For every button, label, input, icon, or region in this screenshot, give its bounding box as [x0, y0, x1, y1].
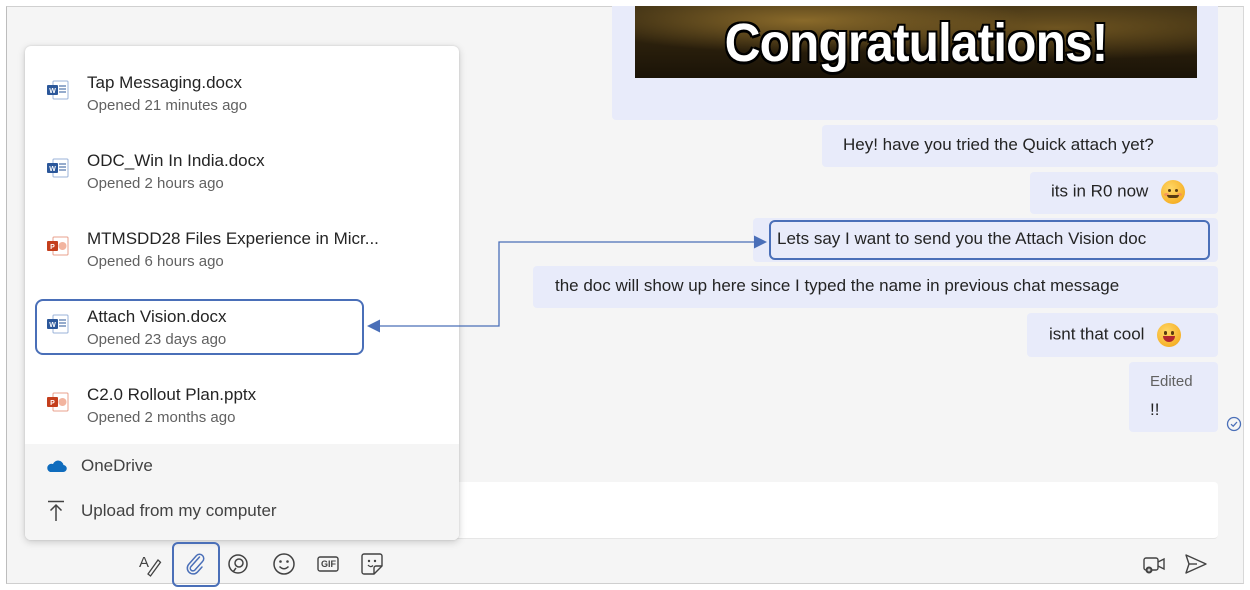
- onedrive-option[interactable]: OneDrive: [25, 444, 459, 488]
- svg-text:P: P: [50, 400, 55, 407]
- emoji-icon: [273, 553, 295, 575]
- upload-label: Upload from my computer: [81, 501, 277, 520]
- message-text: its in R0 now: [1051, 181, 1149, 201]
- file-opened-time: Opened 21 minutes ago: [87, 97, 248, 114]
- recent-file-item[interactable]: W ODC_Win In India.docx Opened 2 hours a…: [25, 132, 459, 202]
- grinning-face-icon: [1157, 323, 1182, 347]
- chat-message[interactable]: Edited !!: [1129, 362, 1218, 432]
- format-button[interactable]: A: [136, 550, 164, 578]
- word-doc-icon: W: [47, 158, 69, 178]
- meet-now-icon: [1143, 557, 1165, 574]
- message-text: !!: [1150, 400, 1160, 419]
- word-doc-icon: W: [47, 80, 69, 100]
- message-text: isnt that cool: [1049, 324, 1145, 344]
- gif-caption: Congratulations!: [724, 13, 1109, 73]
- svg-text:W: W: [49, 88, 56, 95]
- file-highlight: [35, 299, 364, 355]
- gif-button[interactable]: GIF: [314, 550, 342, 578]
- gif-label: GIF: [321, 559, 336, 569]
- sticker-icon: [361, 553, 383, 575]
- onedrive-label: OneDrive: [81, 456, 153, 475]
- sticker-button[interactable]: [358, 550, 386, 578]
- file-name: MTMSDD28 Files Experience in Micr...: [87, 229, 379, 248]
- congratulations-gif[interactable]: Congratulations!: [635, 6, 1197, 78]
- connector-arrow-icon: [367, 235, 767, 333]
- file-name: ODC_Win In India.docx: [87, 151, 265, 170]
- file-opened-time: Opened 2 hours ago: [87, 175, 224, 192]
- emoji-button[interactable]: [270, 550, 298, 578]
- chat-message[interactable]: its in R0 now: [1030, 172, 1218, 214]
- upload-option[interactable]: Upload from my computer: [25, 488, 459, 532]
- attach-menu-footer: OneDrive Upload from my computer: [25, 444, 459, 540]
- powerpoint-icon: P: [47, 392, 69, 412]
- loop-icon: [228, 554, 248, 574]
- send-button[interactable]: [1182, 550, 1210, 578]
- svg-text:P: P: [50, 244, 55, 251]
- edited-label: Edited: [1150, 373, 1193, 390]
- svg-text:W: W: [49, 166, 56, 173]
- onedrive-icon: [47, 460, 67, 473]
- svg-text:A: A: [139, 554, 149, 571]
- recent-file-item[interactable]: P C2.0 Rollout Plan.pptx Opened 2 months…: [25, 366, 459, 436]
- format-icon: A: [139, 554, 162, 577]
- message-highlight: [769, 220, 1210, 260]
- upload-icon: [48, 500, 64, 521]
- recent-file-item[interactable]: W Tap Messaging.docx Opened 21 minutes a…: [25, 54, 459, 124]
- chat-message[interactable]: isnt that cool: [1027, 313, 1218, 357]
- send-icon: [1185, 554, 1207, 574]
- file-name: Tap Messaging.docx: [87, 73, 242, 92]
- read-receipt-icon: [1226, 416, 1242, 432]
- meet-now-button[interactable]: [1140, 550, 1168, 578]
- smiling-face-icon: [1161, 180, 1186, 204]
- chat-message[interactable]: Hey! have you tried the Quick attach yet…: [822, 125, 1218, 167]
- powerpoint-icon: P: [47, 236, 69, 256]
- loop-button[interactable]: [224, 550, 252, 578]
- message-text: Hey! have you tried the Quick attach yet…: [843, 135, 1154, 154]
- file-opened-time: Opened 6 hours ago: [87, 253, 224, 270]
- file-opened-time: Opened 2 months ago: [87, 409, 236, 426]
- file-name: C2.0 Rollout Plan.pptx: [87, 385, 257, 404]
- attach-highlight: [172, 542, 220, 587]
